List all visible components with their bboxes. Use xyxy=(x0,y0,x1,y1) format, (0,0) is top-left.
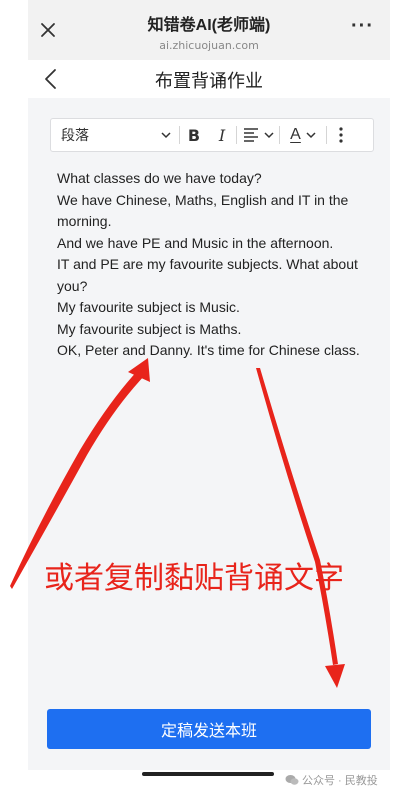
annotation-arrows xyxy=(10,358,345,688)
wechat-icon xyxy=(285,775,299,785)
red-arrow-down xyxy=(256,368,345,688)
watermark: 公众号 · 民教投 xyxy=(285,772,378,788)
red-arrow-up xyxy=(10,358,150,589)
home-indicator xyxy=(142,772,274,776)
watermark-text: 公众号 · 民教投 xyxy=(302,775,378,787)
